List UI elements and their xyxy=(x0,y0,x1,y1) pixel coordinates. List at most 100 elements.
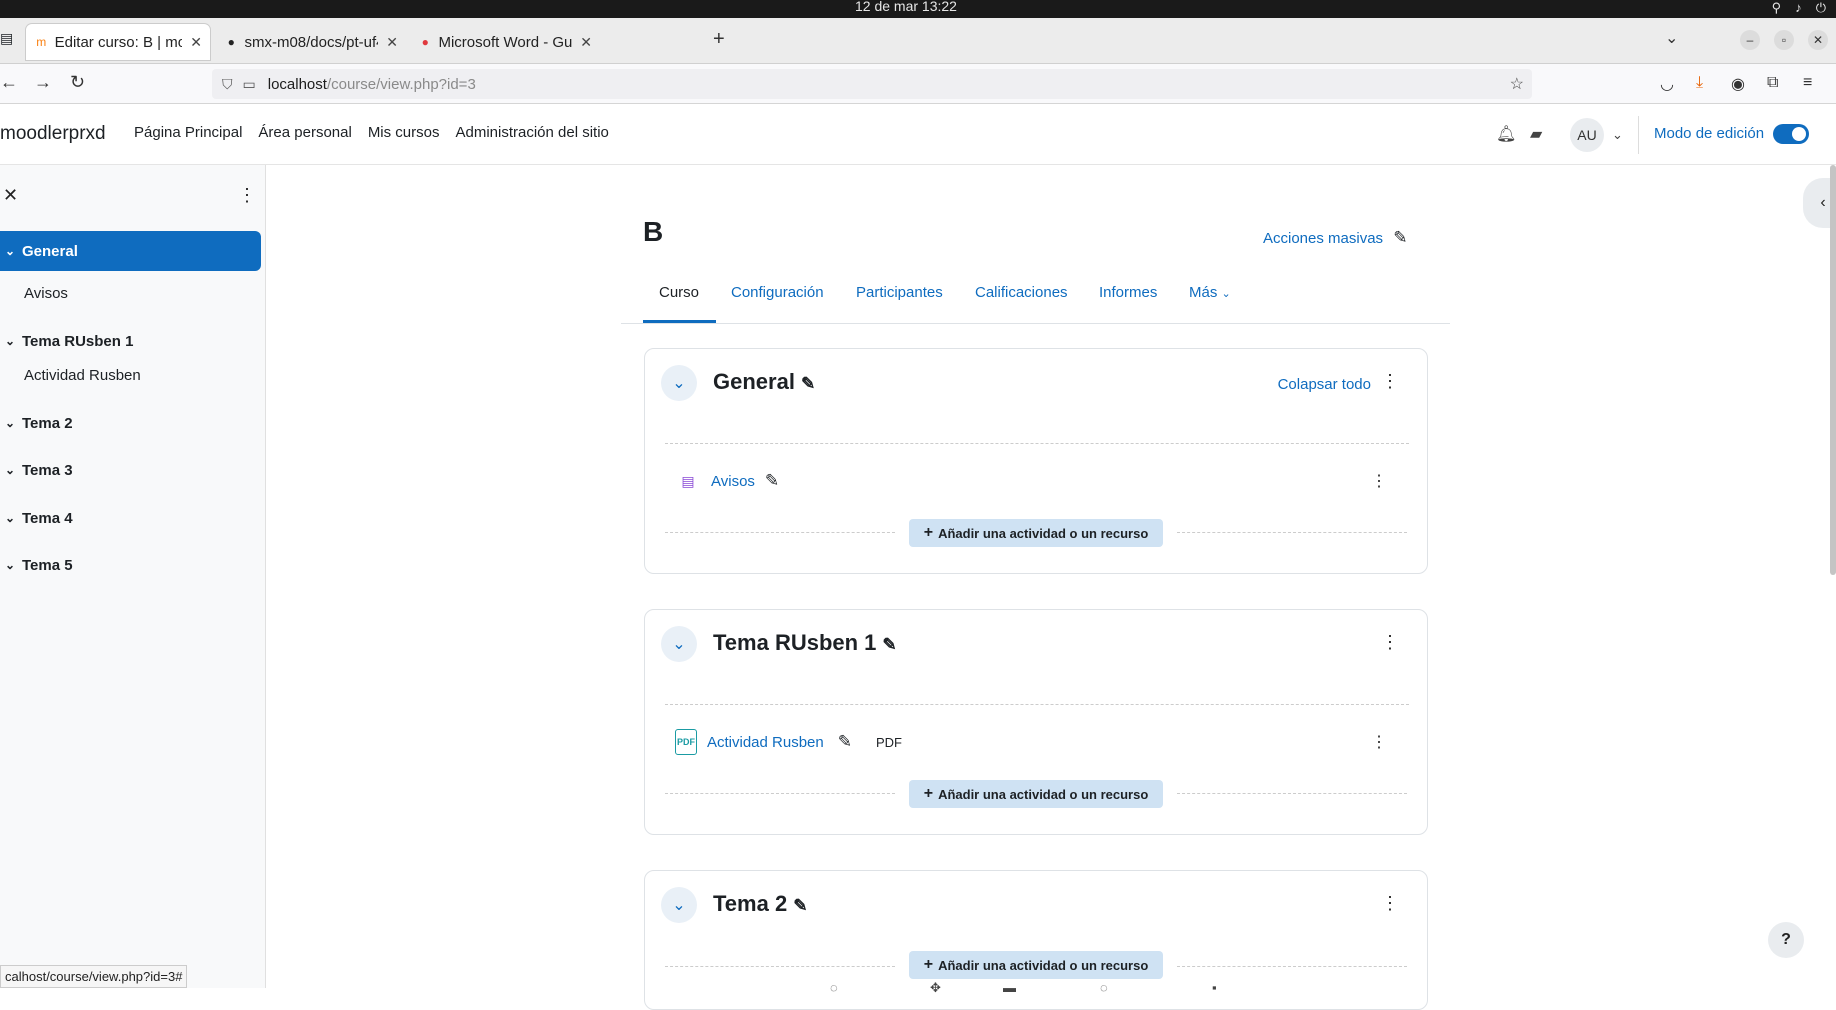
tab-mas[interactable]: Más ⌄ xyxy=(1189,284,1231,301)
sidebar-section-tema-2[interactable]: ⌄ Tema 2 xyxy=(0,403,261,443)
section-tema-rusben-1: ⌄ Tema RUsben 1 ✎ ⋮ PDF Actividad Rusben … xyxy=(644,609,1428,835)
nav-my-courses[interactable]: Mis cursos xyxy=(368,124,440,141)
collapse-all-link[interactable]: Colapsar todo xyxy=(1278,376,1371,393)
tab-informes[interactable]: Informes xyxy=(1099,284,1157,301)
system-tray[interactable]: ⚲ ♪ ⏻ xyxy=(1772,0,1826,16)
messages-icon[interactable]: ▰ xyxy=(1530,124,1542,144)
pencil-icon[interactable]: ✎ xyxy=(801,374,815,393)
add-activity-label: Añadir una actividad o un recurso xyxy=(938,786,1149,802)
sidebar-item-label: Tema RUsben 1 xyxy=(22,332,134,350)
user-avatar[interactable]: AU xyxy=(1570,118,1604,152)
section-title-text: Tema 2 xyxy=(713,891,788,916)
help-button[interactable]: ? xyxy=(1768,922,1804,958)
bulk-actions-link[interactable]: Acciones masivas ✎ xyxy=(1263,228,1407,248)
bulk-actions-label: Acciones masivas xyxy=(1263,230,1384,247)
activity-avisos: ▤ Avisos ✎ xyxy=(675,467,779,495)
os-clock: 12 de mar 13:22 xyxy=(855,0,957,14)
chevron-down-icon: ⌄ xyxy=(4,334,16,348)
chevron-down-icon: ⌄ xyxy=(4,244,16,258)
edit-mode-toggle[interactable] xyxy=(1773,124,1809,144)
tab-curso[interactable]: Curso xyxy=(659,284,699,301)
pencil-icon[interactable]: ✎ xyxy=(882,635,896,654)
menu-icon[interactable]: ≡ xyxy=(1803,74,1812,92)
section-options-icon[interactable]: ⋮ xyxy=(1381,371,1399,392)
site-brand[interactable]: moodlerprxd xyxy=(0,123,106,145)
pencil-icon[interactable]: ✎ xyxy=(765,471,779,491)
tab-calificaciones[interactable]: Calificaciones xyxy=(975,284,1068,301)
section-options-icon[interactable]: ⋮ xyxy=(1381,893,1399,914)
activity-options-icon[interactable]: ⋮ xyxy=(1371,732,1387,752)
edit-mode-label: Modo de edición xyxy=(1654,125,1765,142)
tab-list-chevron-icon[interactable]: ⌄ xyxy=(1665,28,1678,48)
section-collapse-chevron-icon[interactable]: ⌄ xyxy=(661,365,697,401)
notifications-bell-icon[interactable]: 🔔︎ xyxy=(1496,124,1516,144)
reload-icon[interactable]: ↻ xyxy=(70,72,85,93)
pencil-icon[interactable]: ✎ xyxy=(838,732,852,752)
nav-site-admin[interactable]: Administración del sitio xyxy=(456,124,609,141)
course-secondary-nav: Curso Configuración Participantes Califi… xyxy=(621,268,1450,324)
bookmark-star-icon[interactable]: ☆ xyxy=(1510,74,1524,94)
close-tab-icon[interactable]: ✕ xyxy=(190,34,202,51)
tab-overview-icon[interactable]: ▤ xyxy=(0,30,13,47)
download-icon[interactable]: ⤓ xyxy=(1696,74,1703,92)
sidebar-section-general[interactable]: ⌄ General xyxy=(0,231,261,271)
close-window-icon[interactable]: ✕ xyxy=(1808,30,1828,50)
tab-configuracion[interactable]: Configuración xyxy=(731,284,824,301)
activity-options-icon[interactable]: ⋮ xyxy=(1371,471,1387,491)
drawer-options-icon[interactable]: ⋮ xyxy=(238,185,256,206)
minimize-icon[interactable]: – xyxy=(1740,30,1760,50)
nav-home[interactable]: Página Principal xyxy=(134,124,242,141)
course-index-drawer: ✕ ⋮ ⌄ General Avisos ⌄ Tema RUsben 1 Activ… xyxy=(0,165,266,988)
question-icon: ? xyxy=(1781,931,1791,948)
divider xyxy=(665,793,895,794)
chevron-down-icon: ⌄ xyxy=(4,416,16,430)
divider xyxy=(1177,966,1407,967)
chevron-left-icon: ‹ xyxy=(1820,194,1826,211)
activity-actividad-rusben: PDF Actividad Rusben ✎ PDF xyxy=(675,728,902,756)
maximize-icon[interactable]: ▫ xyxy=(1774,30,1794,50)
extensions-icon[interactable]: ⧉ xyxy=(1767,74,1778,92)
url-bar[interactable]: ⛉ ▭ localhost/course/view.php?id=3 ☆ xyxy=(212,69,1532,99)
close-tab-icon[interactable]: ✕ xyxy=(386,34,398,51)
section-options-icon[interactable]: ⋮ xyxy=(1381,632,1399,653)
active-tab-indicator xyxy=(643,320,716,323)
plus-icon: + xyxy=(923,785,934,802)
browser-tab-2[interactable]: ● smx-m08/docs/pt-uf4.md ✕ xyxy=(216,24,406,60)
tab-participantes[interactable]: Participantes xyxy=(856,284,943,301)
sidebar-section-tema-5[interactable]: ⌄ Tema 5 xyxy=(0,545,261,585)
close-tab-icon[interactable]: ✕ xyxy=(580,34,592,51)
browser-tab-3[interactable]: ● Microsoft Word - GuiaVia ✕ xyxy=(410,24,600,60)
section-collapse-chevron-icon[interactable]: ⌄ xyxy=(661,887,697,923)
close-drawer-icon[interactable]: ✕ xyxy=(3,185,18,206)
browser-tab-1[interactable]: m Editar curso: B | moodlerp ✕ xyxy=(26,24,210,60)
sidebar-item-label: General xyxy=(22,242,78,260)
sidebar-item-label: Tema 4 xyxy=(22,509,73,527)
add-activity-button[interactable]: + Añadir una actividad o un recurso xyxy=(909,780,1163,808)
activity-link[interactable]: Actividad Rusben xyxy=(707,734,824,751)
new-tab-icon[interactable]: + xyxy=(713,28,725,51)
sidebar-item-label: Tema 2 xyxy=(22,414,73,432)
sidebar-item-avisos[interactable]: Avisos xyxy=(0,273,261,313)
move-icon[interactable]: ✥ xyxy=(930,980,941,996)
nav-dashboard[interactable]: Área personal xyxy=(258,124,351,141)
section-collapse-chevron-icon[interactable]: ⌄ xyxy=(661,626,697,662)
add-activity-button[interactable]: + Añadir una actividad o un recurso xyxy=(909,519,1163,547)
activity-link[interactable]: Avisos xyxy=(711,473,755,490)
section-tema-2: ⌄ Tema 2 ✎ ⋮ + Añadir una actividad o un r… xyxy=(644,870,1428,1010)
user-menu-chevron-icon[interactable]: ⌄ xyxy=(1612,127,1623,143)
sidebar-section-tema-3[interactable]: ⌄ Tema 3 xyxy=(0,450,261,490)
shield-icon: ⛉ xyxy=(222,75,233,92)
page-scrollbar[interactable] xyxy=(1830,165,1836,575)
back-icon[interactable]: ← xyxy=(0,72,18,93)
divider xyxy=(665,704,1409,705)
power-icon: ⏻ xyxy=(1815,0,1826,15)
page-title: B xyxy=(643,216,664,247)
pencil-icon[interactable]: ✎ xyxy=(793,896,807,915)
pocket-icon[interactable]: ◡ xyxy=(1660,74,1674,94)
add-activity-button[interactable]: + Añadir una actividad o un recurso xyxy=(909,951,1163,979)
section-title: General ✎ xyxy=(713,369,815,395)
forward-icon[interactable]: → xyxy=(34,72,52,93)
account-icon[interactable]: ◉ xyxy=(1731,74,1745,94)
sidebar-item-actividad-rusben[interactable]: Actividad Rusben xyxy=(0,355,261,395)
sidebar-section-tema-4[interactable]: ⌄ Tema 4 xyxy=(0,498,261,538)
